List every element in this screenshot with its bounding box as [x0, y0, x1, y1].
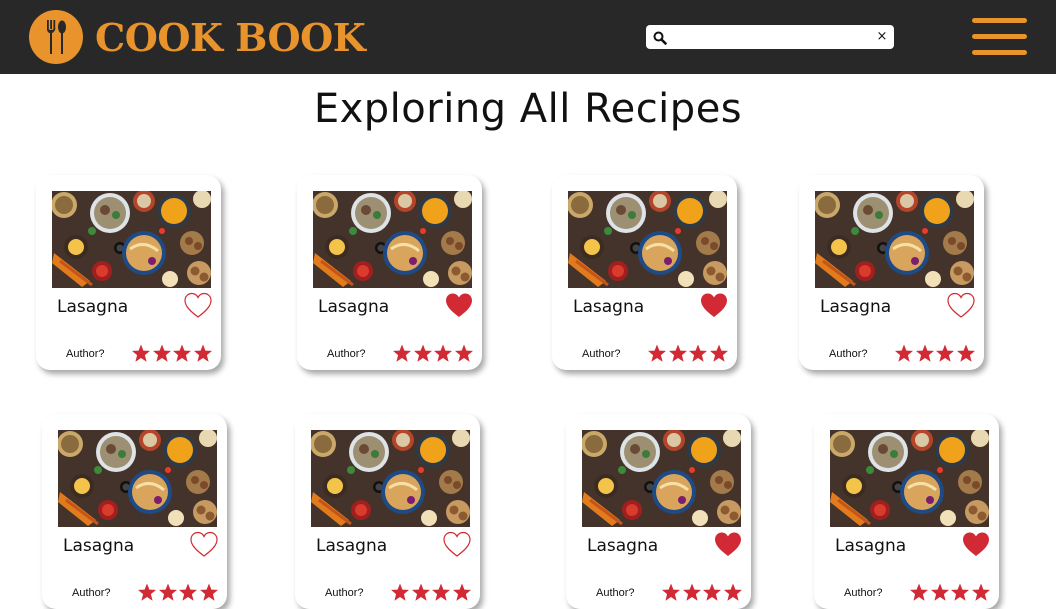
rating-stars	[131, 344, 213, 363]
rating-star-icon[interactable]	[950, 583, 970, 602]
rating-star-icon[interactable]	[431, 583, 451, 602]
rating-star-icon[interactable]	[702, 583, 722, 602]
rating-star-icon[interactable]	[935, 344, 955, 363]
heart-outline-icon[interactable]	[190, 531, 218, 559]
recipe-title[interactable]: Lasagna	[835, 536, 906, 556]
recipe-image[interactable]	[52, 191, 211, 288]
hamburger-menu-icon[interactable]	[972, 17, 1028, 57]
recipe-author: Author?	[327, 348, 366, 360]
rating-star-icon[interactable]	[137, 583, 157, 602]
recipe-card[interactable]: Lasagna Author?	[295, 414, 480, 609]
rating-star-icon[interactable]	[413, 344, 433, 363]
recipe-image[interactable]	[568, 191, 727, 288]
recipe-title[interactable]: Lasagna	[316, 536, 387, 556]
brand-logo[interactable]: COOK BOOK	[29, 10, 366, 64]
rating-stars	[390, 583, 472, 602]
heart-outline-icon[interactable]	[184, 292, 212, 320]
recipe-card[interactable]: Lasagna Author?	[814, 414, 999, 609]
rating-star-icon[interactable]	[661, 583, 681, 602]
recipe-title[interactable]: Lasagna	[573, 297, 644, 317]
fork-spoon-logo-icon	[29, 10, 83, 64]
heart-filled-icon[interactable]	[700, 292, 728, 320]
recipe-card[interactable]: Lasagna Author?	[799, 175, 984, 370]
recipe-title[interactable]: Lasagna	[318, 297, 389, 317]
rating-star-icon[interactable]	[971, 583, 991, 602]
search-input[interactable]	[672, 27, 872, 49]
rating-stars	[661, 583, 743, 602]
rating-stars	[392, 344, 474, 363]
heart-filled-icon[interactable]	[714, 531, 742, 559]
rating-star-icon[interactable]	[723, 583, 743, 602]
heart-filled-icon[interactable]	[445, 292, 473, 320]
rating-star-icon[interactable]	[193, 344, 213, 363]
rating-star-icon[interactable]	[411, 583, 431, 602]
heart-outline-icon[interactable]	[443, 531, 471, 559]
rating-star-icon[interactable]	[178, 583, 198, 602]
rating-stars	[894, 344, 976, 363]
rating-star-icon[interactable]	[688, 344, 708, 363]
rating-star-icon[interactable]	[131, 344, 151, 363]
clear-search-button[interactable]: ×	[875, 28, 889, 46]
recipe-title[interactable]: Lasagna	[587, 536, 658, 556]
recipe-card[interactable]: Lasagna Author?	[297, 175, 482, 370]
rating-star-icon[interactable]	[390, 583, 410, 602]
recipe-image[interactable]	[830, 430, 989, 527]
rating-star-icon[interactable]	[930, 583, 950, 602]
recipe-author: Author?	[829, 348, 868, 360]
rating-star-icon[interactable]	[433, 344, 453, 363]
rating-star-icon[interactable]	[152, 344, 172, 363]
rating-star-icon[interactable]	[956, 344, 976, 363]
rating-star-icon[interactable]	[915, 344, 935, 363]
rating-stars	[137, 583, 219, 602]
recipe-author: Author?	[66, 348, 105, 360]
recipe-image[interactable]	[815, 191, 974, 288]
search-icon[interactable]	[653, 30, 667, 49]
recipe-title[interactable]: Lasagna	[63, 536, 134, 556]
rating-star-icon[interactable]	[894, 344, 914, 363]
recipe-author: Author?	[582, 348, 621, 360]
recipe-title[interactable]: Lasagna	[820, 297, 891, 317]
rating-star-icon[interactable]	[158, 583, 178, 602]
rating-star-icon[interactable]	[909, 583, 929, 602]
rating-star-icon[interactable]	[709, 344, 729, 363]
brand-name: COOK BOOK	[95, 14, 366, 60]
recipe-image[interactable]	[58, 430, 217, 527]
page-title: Exploring All Recipes	[313, 86, 743, 132]
recipe-author: Author?	[596, 587, 635, 599]
rating-star-icon[interactable]	[172, 344, 192, 363]
rating-star-icon[interactable]	[199, 583, 219, 602]
heart-filled-icon[interactable]	[962, 531, 990, 559]
rating-star-icon[interactable]	[668, 344, 688, 363]
rating-star-icon[interactable]	[452, 583, 472, 602]
rating-stars	[647, 344, 729, 363]
rating-star-icon[interactable]	[392, 344, 412, 363]
recipe-author: Author?	[72, 587, 111, 599]
recipe-image[interactable]	[311, 430, 470, 527]
recipe-card[interactable]: Lasagna Author?	[566, 414, 751, 609]
rating-star-icon[interactable]	[647, 344, 667, 363]
recipe-author: Author?	[325, 587, 364, 599]
recipe-card[interactable]: Lasagna Author?	[42, 414, 227, 609]
heart-outline-icon[interactable]	[947, 292, 975, 320]
recipe-card[interactable]: Lasagna Author?	[36, 175, 221, 370]
top-navbar: COOK BOOK ×	[0, 0, 1056, 74]
recipe-card[interactable]: Lasagna Author?	[552, 175, 737, 370]
recipe-title[interactable]: Lasagna	[57, 297, 128, 317]
search-bar: ×	[646, 25, 894, 49]
recipe-image[interactable]	[313, 191, 472, 288]
recipe-image[interactable]	[582, 430, 741, 527]
rating-stars	[909, 583, 991, 602]
recipe-author: Author?	[844, 587, 883, 599]
rating-star-icon[interactable]	[682, 583, 702, 602]
rating-star-icon[interactable]	[454, 344, 474, 363]
